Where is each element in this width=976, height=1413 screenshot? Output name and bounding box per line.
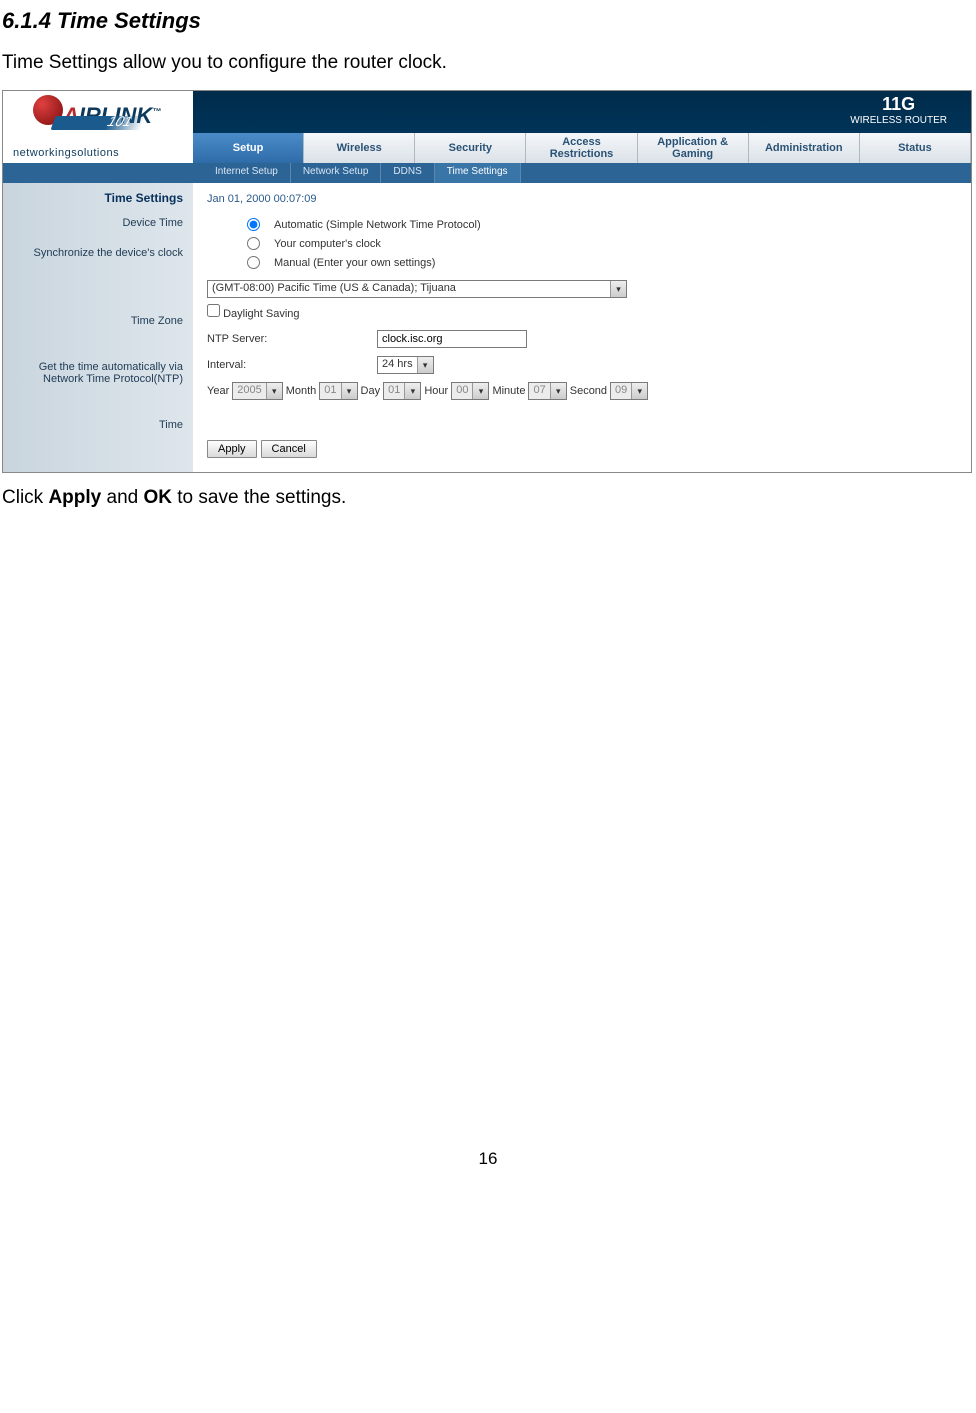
timezone-value: (GMT-08:00) Pacific Time (US & Canada); … [208, 281, 610, 297]
chevron-down-icon[interactable]: ▾ [417, 357, 433, 373]
radio-automatic-label: Automatic (Simple Network Time Protocol) [274, 219, 481, 231]
month-label: Month [286, 385, 317, 397]
subtab-time-settings[interactable]: Time Settings [435, 163, 521, 183]
minute-value: 07 [529, 383, 549, 399]
manual-time-row: Year 2005 ▾ Month 01 ▾ Day 01 ▾ Hour 00 [207, 382, 959, 400]
tab-application-gaming[interactable]: Application & Gaming [638, 133, 749, 163]
settings-content-column: Jan 01, 2000 00:07:09 Automatic (Simple … [193, 183, 971, 472]
apply-button[interactable]: Apply [207, 440, 257, 458]
sync-option-computer[interactable]: Your computer's clock [247, 234, 959, 253]
ntp-block: NTP Server: Interval: 24 hrs ▾ [207, 330, 959, 374]
daylight-saving-row: Daylight Saving [207, 304, 959, 320]
badge-11g: 11G [850, 95, 947, 115]
interval-select[interactable]: 24 hrs ▾ [377, 356, 434, 374]
chevron-down-icon[interactable]: ▾ [610, 281, 626, 297]
settings-labels-column: Time Settings Device Time Synchronize th… [3, 183, 193, 472]
chevron-down-icon: ▾ [550, 383, 566, 399]
section-heading: 6.1.4 Time Settings [2, 8, 974, 34]
label-time-settings: Time Settings [3, 189, 193, 213]
cancel-button[interactable]: Cancel [261, 440, 317, 458]
main-tabs: Setup Wireless Security Access Restricti… [193, 133, 971, 163]
sub-tabs: Internet Setup Network Setup DDNS Time S… [193, 163, 971, 183]
day-label: Day [361, 385, 381, 397]
label-time-zone: Time Zone [3, 311, 193, 331]
minute-select[interactable]: 07 ▾ [528, 382, 566, 400]
day-value: 01 [384, 383, 404, 399]
tab-wireless[interactable]: Wireless [304, 133, 415, 163]
subtab-network-setup[interactable]: Network Setup [291, 163, 382, 183]
wireless-router-badge: 11G WIRELESS ROUTER [850, 95, 947, 126]
ntp-server-input[interactable] [377, 330, 527, 348]
badge-wireless: WIRELESS ROUTER [850, 115, 947, 126]
brand-logo: AIRLINK™ 101 networkingsolutions [3, 91, 193, 163]
second-value: 09 [611, 383, 631, 399]
chevron-down-icon: ▾ [266, 383, 282, 399]
timezone-select[interactable]: (GMT-08:00) Pacific Time (US & Canada); … [207, 280, 627, 298]
sub-tabs-spacer [3, 163, 193, 183]
ntp-server-row: NTP Server: [207, 330, 959, 348]
day-select[interactable]: 01 ▾ [383, 382, 421, 400]
page-number: 16 [2, 1149, 974, 1169]
month-select[interactable]: 01 ▾ [319, 382, 357, 400]
label-synchronize-clock: Synchronize the device's clock [3, 243, 193, 263]
router-admin-screenshot: AIRLINK™ 101 networkingsolutions 11G WIR… [2, 90, 972, 473]
subtab-internet-setup[interactable]: Internet Setup [203, 163, 291, 183]
chevron-down-icon: ▾ [631, 383, 647, 399]
subtab-ddns[interactable]: DDNS [381, 163, 434, 183]
hour-select[interactable]: 00 ▾ [451, 382, 489, 400]
intro-text: Time Settings allow you to configure the… [2, 52, 974, 74]
action-buttons: Apply Cancel [207, 440, 959, 458]
radio-computer-label: Your computer's clock [274, 238, 381, 250]
sync-option-manual[interactable]: Manual (Enter your own settings) [247, 253, 959, 272]
daylight-saving-checkbox[interactable] [207, 304, 220, 317]
timezone-block: (GMT-08:00) Pacific Time (US & Canada); … [207, 280, 959, 320]
tab-security[interactable]: Security [415, 133, 526, 163]
interval-row: Interval: 24 hrs ▾ [207, 356, 959, 374]
daylight-saving-label: Daylight Saving [223, 308, 299, 320]
interval-label: Interval: [207, 359, 377, 371]
device-time-value: Jan 01, 2000 00:07:09 [207, 193, 959, 205]
second-select[interactable]: 09 ▾ [610, 382, 648, 400]
label-device-time: Device Time [3, 213, 193, 233]
radio-manual[interactable] [247, 256, 260, 269]
brand-tagline: networkingsolutions [13, 147, 119, 159]
label-ntp-auto: Get the time automatically via Network T… [3, 355, 193, 391]
radio-automatic[interactable] [247, 218, 260, 231]
sub-tabs-row: Internet Setup Network Setup DDNS Time S… [3, 163, 971, 183]
radio-computer-clock[interactable] [247, 237, 260, 250]
hour-label: Hour [424, 385, 448, 397]
hour-value: 00 [452, 383, 472, 399]
chevron-down-icon: ▾ [404, 383, 420, 399]
ntp-server-label: NTP Server: [207, 333, 377, 345]
interval-value: 24 hrs [378, 357, 417, 373]
minute-label: Minute [492, 385, 525, 397]
logo-swoosh-icon: 101 [50, 116, 145, 130]
radio-manual-label: Manual (Enter your own settings) [274, 257, 435, 269]
tab-setup[interactable]: Setup [193, 133, 304, 163]
tab-status[interactable]: Status [860, 133, 971, 163]
content-area: Time Settings Device Time Synchronize th… [3, 183, 971, 472]
month-value: 01 [320, 383, 340, 399]
year-select[interactable]: 2005 ▾ [232, 382, 282, 400]
year-value: 2005 [233, 383, 265, 399]
tab-administration[interactable]: Administration [749, 133, 860, 163]
second-label: Second [570, 385, 607, 397]
sync-option-automatic[interactable]: Automatic (Simple Network Time Protocol) [247, 215, 959, 234]
sync-options: Automatic (Simple Network Time Protocol)… [207, 215, 959, 272]
chevron-down-icon: ▾ [472, 383, 488, 399]
tab-access-restrictions[interactable]: Access Restrictions [526, 133, 637, 163]
year-label: Year [207, 385, 229, 397]
outro-text: Click Apply and OK to save the settings. [2, 487, 974, 509]
label-time: Time [3, 415, 193, 435]
chevron-down-icon: ▾ [341, 383, 357, 399]
